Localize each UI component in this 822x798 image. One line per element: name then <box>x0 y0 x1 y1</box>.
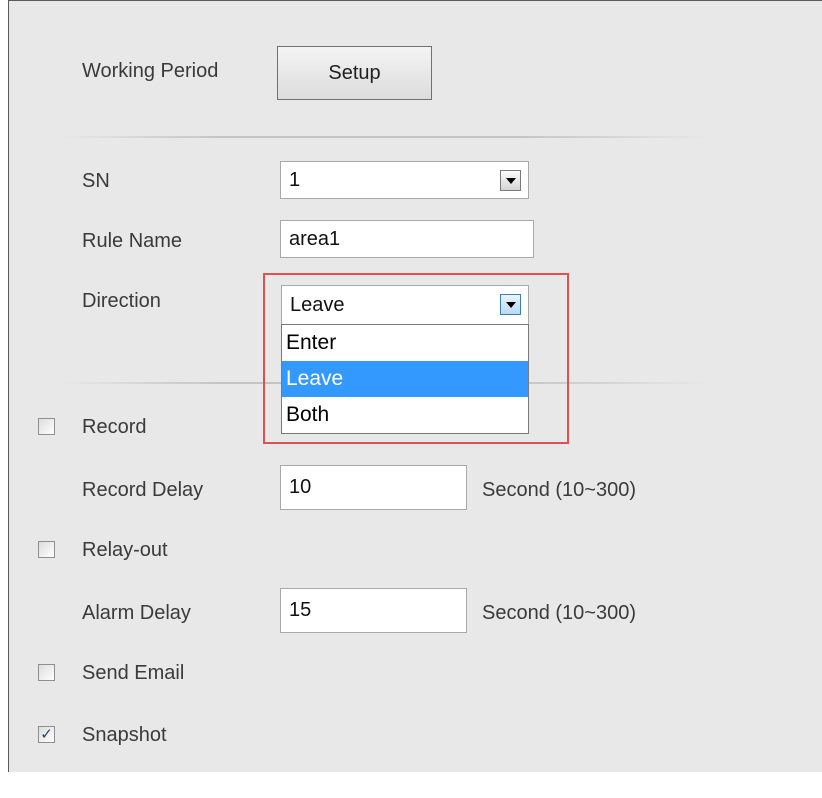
sn-select[interactable]: 1 <box>280 161 529 199</box>
direction-dropdown-arrow-icon[interactable] <box>500 294 521 315</box>
relay-out-checkbox[interactable] <box>38 541 55 558</box>
alarm-delay-value: 15 <box>289 599 312 621</box>
direction-option-enter[interactable]: Enter <box>282 325 528 361</box>
sn-dropdown-arrow-icon[interactable] <box>500 170 521 191</box>
separator <box>60 136 710 138</box>
rule-name-value: area1 <box>289 227 341 250</box>
working-period-label: Working Period <box>82 60 219 82</box>
snapshot-checkbox[interactable]: ✓ <box>38 726 55 743</box>
direction-option-leave[interactable]: Leave <box>282 361 528 397</box>
record-label: Record <box>82 416 147 438</box>
direction-select-value: Leave <box>290 293 345 316</box>
relay-out-label: Relay-out <box>82 539 168 561</box>
record-delay-value: 10 <box>289 476 312 498</box>
record-delay-unit: Second (10~300) <box>482 479 637 501</box>
record-delay-input[interactable]: 10 <box>280 465 467 510</box>
direction-label: Direction <box>82 290 161 312</box>
rule-name-input[interactable]: area1 <box>280 220 534 258</box>
direction-option-both[interactable]: Both <box>282 397 528 433</box>
settings-panel: Working Period Setup SN 1 Rule Name area… <box>0 0 822 798</box>
direction-dropdown-list: Enter Leave Both <box>281 324 529 434</box>
check-icon: ✓ <box>40 725 53 743</box>
alarm-delay-input[interactable]: 15 <box>280 588 467 633</box>
record-checkbox[interactable] <box>38 418 55 435</box>
sn-select-value: 1 <box>289 168 301 191</box>
alarm-delay-unit: Second (10~300) <box>482 602 637 624</box>
snapshot-label: Snapshot <box>82 724 167 746</box>
record-delay-label: Record Delay <box>82 479 204 501</box>
rule-name-label: Rule Name <box>82 230 183 252</box>
alarm-delay-label: Alarm Delay <box>82 602 191 624</box>
direction-select[interactable]: Leave <box>281 285 529 325</box>
send-email-checkbox[interactable] <box>38 664 55 681</box>
setup-button[interactable]: Setup <box>277 46 432 100</box>
sn-label: SN <box>82 170 110 192</box>
send-email-label: Send Email <box>82 662 185 684</box>
